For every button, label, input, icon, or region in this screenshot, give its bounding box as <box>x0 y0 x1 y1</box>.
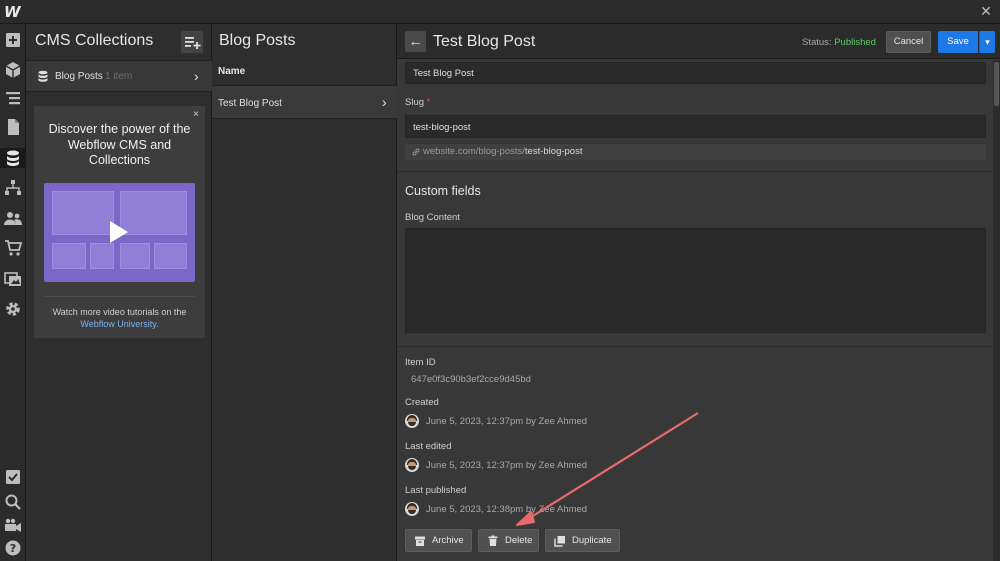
duplicate-icon <box>554 536 565 547</box>
promo-description: Watch more video tutorials on the Webflo… <box>40 306 199 330</box>
users-icon[interactable] <box>3 208 23 228</box>
column-header-name[interactable]: Name <box>218 66 245 77</box>
url-slug: test-blog-post <box>524 146 583 157</box>
blog-content-label: Blog Content <box>405 212 460 223</box>
add-collection-icon <box>185 37 201 49</box>
back-arrow-icon[interactable]: ← <box>405 31 426 52</box>
search-icon[interactable] <box>3 492 23 512</box>
link-icon <box>412 148 420 156</box>
top-bar: W ✕ <box>0 0 1000 24</box>
video-icon[interactable] <box>3 515 23 535</box>
add-collection-button[interactable] <box>181 31 203 53</box>
avatar <box>405 458 419 472</box>
last-published-value: June 5, 2023, 12:38pm by Zee Ahmed <box>426 504 588 515</box>
last-published-label: Last published <box>405 485 467 496</box>
item-url[interactable]: website.com/blog-posts/test-blog-post <box>405 144 986 160</box>
last-edited-value: June 5, 2023, 12:37pm by Zee Ahmed <box>426 460 588 471</box>
save-button[interactable]: Save <box>938 31 978 53</box>
svg-text:?: ? <box>10 542 16 555</box>
navigator-icon[interactable] <box>3 88 23 108</box>
left-toolbar: ? <box>0 24 26 561</box>
archive-icon <box>415 536 425 546</box>
slug-label-text: Slug <box>405 97 425 108</box>
assets-icon[interactable] <box>3 269 23 289</box>
blog-posts-panel: Blog Posts Name Test Blog Post › <box>212 24 397 561</box>
save-options-chevron-down-icon[interactable]: ▾ <box>979 31 995 53</box>
editor-header: ← Test Blog Post Status: Published Cance… <box>397 24 1000 59</box>
created-value: June 5, 2023, 12:37pm by Zee Ahmed <box>426 416 588 427</box>
avatar <box>405 502 419 516</box>
pages-icon[interactable] <box>3 117 23 137</box>
close-designer-icon[interactable]: ✕ <box>978 3 994 19</box>
promo-divider <box>44 296 195 297</box>
promo-body-text: Watch more video tutorials on the <box>52 307 187 317</box>
required-asterisk: * <box>426 97 431 108</box>
cms-collections-panel: CMS Collections Blog Posts 1 item › × Di… <box>26 24 212 561</box>
duplicate-label: Duplicate <box>572 535 612 546</box>
duplicate-button[interactable]: Duplicate <box>545 529 620 552</box>
database-icon <box>38 70 48 82</box>
name-field[interactable]: Test Blog Post <box>405 62 986 84</box>
slug-field[interactable]: test-blog-post <box>405 115 986 138</box>
section-divider <box>397 171 993 172</box>
collections-panel-title: CMS Collections <box>35 32 154 49</box>
cms-icon[interactable] <box>0 148 26 168</box>
collection-name: Blog Posts <box>55 71 103 82</box>
collection-count: 1 item <box>105 71 133 82</box>
item-id-value: 647e0f3c90b3ef2cce9d45bd <box>411 374 531 385</box>
archive-label: Archive <box>432 535 464 546</box>
cms-promo-card: × Discover the power of the Webflow CMS … <box>34 106 205 338</box>
last-edited-label: Last edited <box>405 441 452 452</box>
delete-label: Delete <box>505 535 533 546</box>
play-icon <box>110 221 128 243</box>
chevron-right-icon: › <box>194 68 199 84</box>
item-editor: ← Test Blog Post Status: Published Cance… <box>397 24 1000 561</box>
checklist-icon[interactable] <box>3 467 23 487</box>
settings-icon[interactable] <box>3 299 23 319</box>
custom-fields-title: Custom fields <box>405 184 481 198</box>
trash-icon <box>488 535 498 546</box>
item-id-label: Item ID <box>405 357 436 368</box>
box-icon[interactable] <box>3 60 23 80</box>
delete-button[interactable]: Delete <box>478 529 539 552</box>
section-divider <box>397 346 993 347</box>
slug-label: Slug * <box>405 97 430 108</box>
created-label: Created <box>405 397 439 408</box>
status-badge: Status: Published <box>802 37 876 48</box>
status-value: Published <box>834 37 876 48</box>
webflow-logo-icon[interactable]: W <box>4 3 22 21</box>
url-prefix: website.com/blog-posts/ <box>423 146 525 157</box>
promo-close-icon[interactable]: × <box>193 109 199 120</box>
webflow-university-link[interactable]: Webflow University. <box>80 319 158 329</box>
promo-title: Discover the power of the Webflow CMS an… <box>48 122 191 167</box>
sitemap-icon[interactable] <box>3 178 23 198</box>
editor-scrollbar[interactable] <box>993 60 1000 561</box>
blog-content-editor[interactable] <box>405 228 986 333</box>
avatar <box>405 414 419 428</box>
posts-panel-title: Blog Posts <box>219 32 296 49</box>
archive-button[interactable]: Archive <box>405 529 472 552</box>
editor-title: Test Blog Post <box>433 33 536 50</box>
ecommerce-icon[interactable] <box>3 238 23 258</box>
cancel-button[interactable]: Cancel <box>886 31 931 53</box>
list-item[interactable]: Test Blog Post › <box>212 86 397 119</box>
promo-video-thumbnail[interactable] <box>44 183 195 282</box>
collection-item-blog-posts[interactable]: Blog Posts 1 item › <box>26 60 212 92</box>
editor-scrollbar-thumb[interactable] <box>994 62 999 106</box>
help-icon[interactable]: ? <box>3 538 23 558</box>
add-icon[interactable] <box>3 30 23 50</box>
chevron-right-icon: › <box>382 94 387 110</box>
status-label: Status: <box>802 37 832 48</box>
post-name: Test Blog Post <box>218 98 282 109</box>
